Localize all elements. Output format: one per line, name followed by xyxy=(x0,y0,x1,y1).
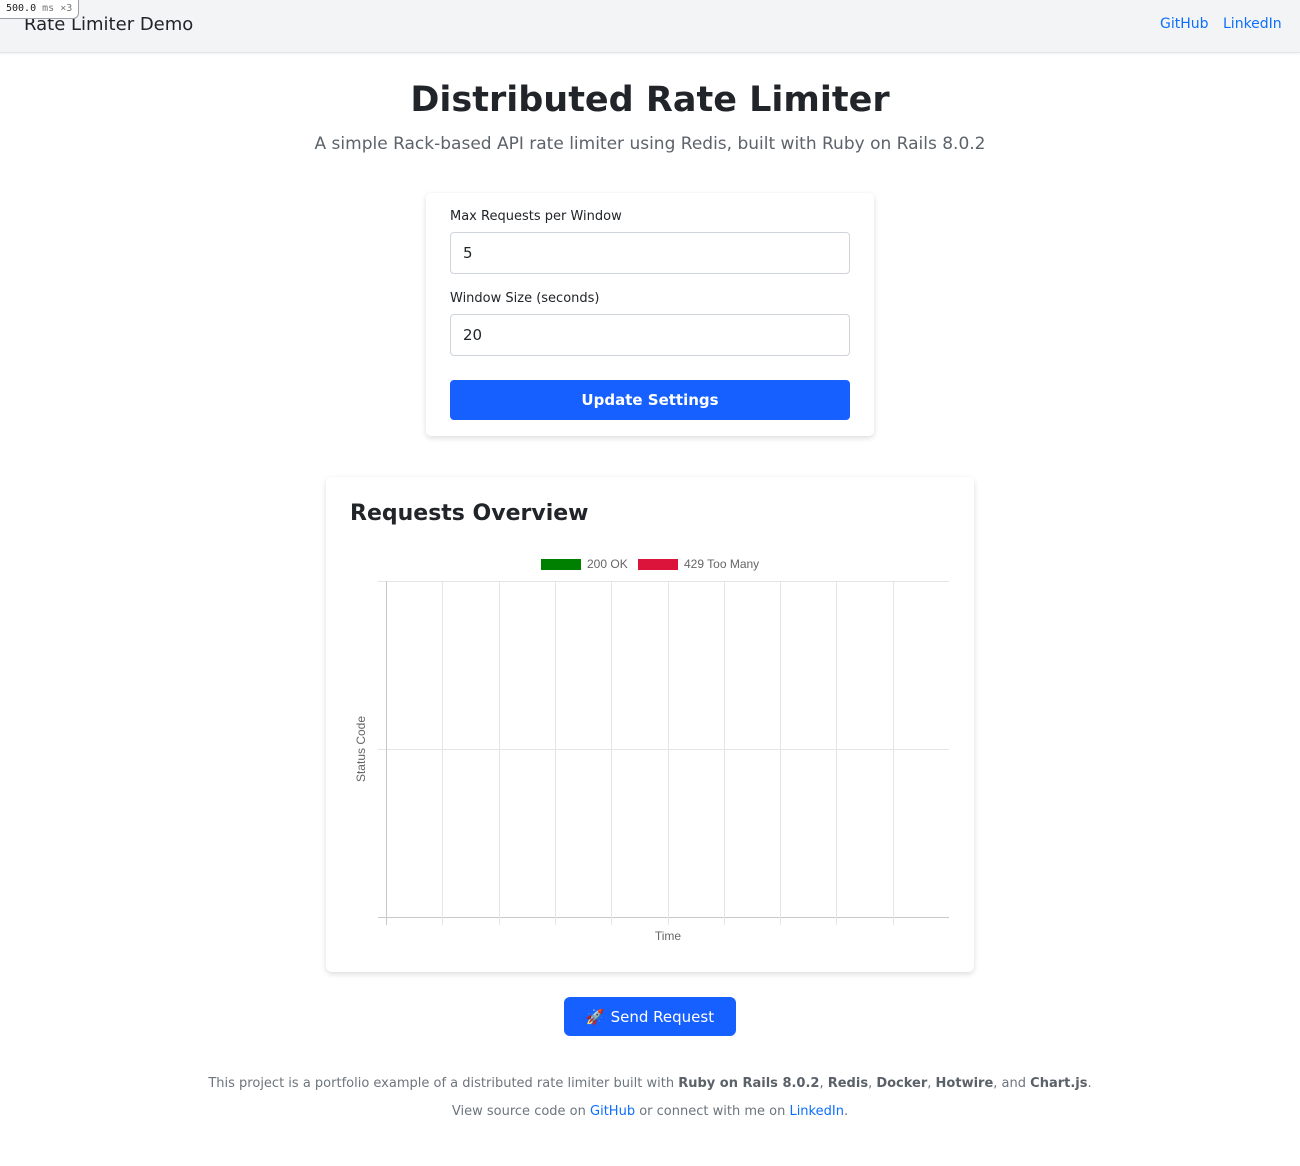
chart-legend[interactable]: 200 OK 429 Too Many xyxy=(541,557,759,571)
footer-tech-hotwire: Hotwire xyxy=(935,1076,994,1091)
footer-tech-docker: Docker xyxy=(876,1076,928,1091)
navbar: Rate Limiter Demo GitHub LinkedIn xyxy=(0,0,1300,53)
rocket-icon: 🚀 xyxy=(585,1007,605,1026)
page-subtitle: A simple Rack-based API rate limiter usi… xyxy=(314,134,986,154)
chart-grid xyxy=(378,581,949,925)
window-size-label: Window Size (seconds) xyxy=(450,291,600,306)
max-requests-input[interactable] xyxy=(450,232,850,274)
update-settings-button[interactable]: Update Settings xyxy=(450,380,850,420)
footer-line-2: View source code on GitHub or connect wi… xyxy=(451,1104,849,1119)
send-request-label: Send Request xyxy=(610,1007,715,1026)
footer-intro: This project is a portfolio example of a… xyxy=(208,1076,675,1091)
send-request-button[interactable]: 🚀 Send Request xyxy=(564,997,736,1036)
legend-swatch-200 xyxy=(541,559,581,570)
x-axis-title: Time xyxy=(655,929,682,943)
debug-timing-count: ×3 xyxy=(60,3,73,14)
y-axis-title: Status Code xyxy=(354,716,368,782)
nav-link-linkedin[interactable]: LinkedIn xyxy=(1223,16,1282,32)
max-requests-label: Max Requests per Window xyxy=(450,209,622,224)
nav-link-github[interactable]: GitHub xyxy=(1160,16,1209,32)
legend-label-200: 200 OK xyxy=(587,557,628,571)
footer-source-text: View source code on xyxy=(451,1104,586,1119)
window-size-input[interactable] xyxy=(450,314,850,356)
debug-timing-value: 500.0 xyxy=(6,3,37,14)
footer-github-link[interactable]: GitHub xyxy=(590,1104,635,1119)
footer-linkedin-link[interactable]: LinkedIn xyxy=(789,1104,843,1119)
debug-timing-badge[interactable]: 500.0 ms ×3 xyxy=(0,0,80,19)
footer-connect-text: or connect with me on xyxy=(639,1104,786,1119)
footer-and: and xyxy=(1001,1076,1027,1091)
footer-line-1: This project is a portfolio example of a… xyxy=(208,1076,1092,1091)
debug-timing-unit: ms xyxy=(42,3,55,14)
chart-card: Requests Overview 200 OK 429 Too Many St… xyxy=(326,477,974,972)
legend-label-429: 429 Too Many xyxy=(684,557,759,571)
settings-card: Max Requests per Window Window Size (sec… xyxy=(426,193,874,436)
footer-tech-chartjs: Chart.js xyxy=(1030,1076,1088,1091)
requests-chart: 200 OK 429 Too Many Status Code Time xyxy=(354,557,949,943)
page-title: Distributed Rate Limiter xyxy=(410,80,890,120)
legend-swatch-429 xyxy=(638,559,678,570)
footer-tech-redis: Redis xyxy=(827,1076,869,1091)
footer-tech-rails: Ruby on Rails 8.0.2 xyxy=(678,1076,820,1091)
